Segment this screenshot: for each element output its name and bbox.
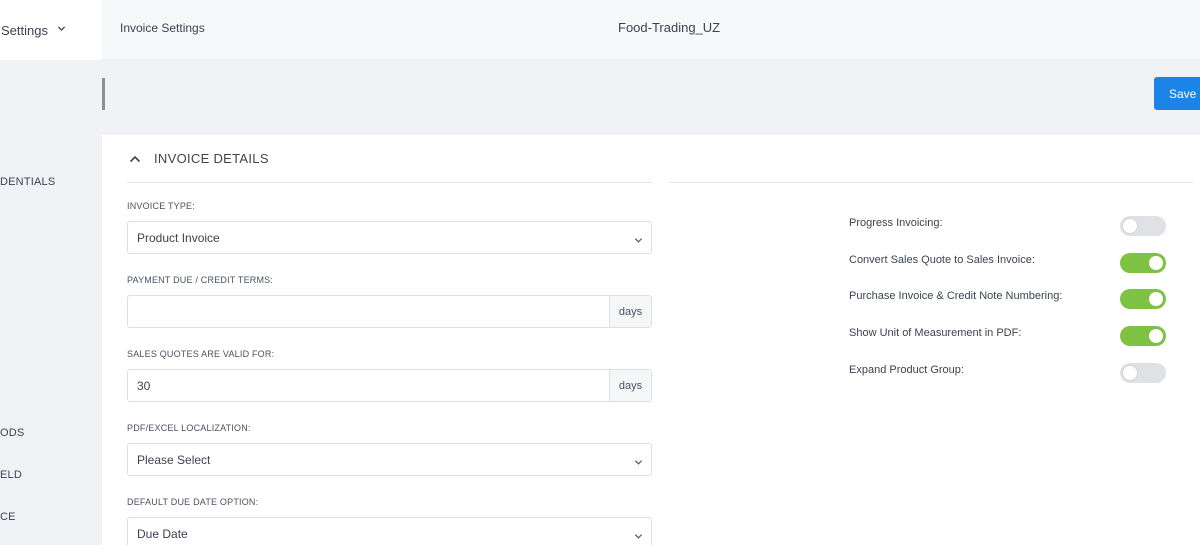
purchase-numbering-toggle[interactable]: [1120, 289, 1166, 309]
payment-due-input[interactable]: [128, 296, 609, 327]
settings-menu-label: Settings: [1, 22, 48, 38]
localization-select[interactable]: Please Select: [127, 443, 652, 476]
quotes-valid-group: days: [127, 369, 652, 402]
breadcrumb[interactable]: Invoice Settings: [120, 21, 205, 35]
toggle-knob: [1149, 329, 1163, 343]
sidebar: DENTIALS ODS ELD CE: [0, 60, 102, 545]
sidebar-item-credentials[interactable]: DENTIALS: [0, 176, 55, 188]
toggle-knob: [1149, 292, 1163, 306]
progress-invoicing-toggle[interactable]: [1120, 216, 1166, 236]
unit-measurement-label: Show Unit of Measurement in PDF:: [849, 327, 1022, 339]
sidebar-item-methods[interactable]: ODS: [0, 427, 24, 439]
settings-menu[interactable]: Settings: [0, 0, 102, 60]
company-name: Food-Trading_UZ: [618, 20, 721, 35]
invoice-details-card: INVOICE DETAILS INVOICE TYPE: Product In…: [102, 135, 1200, 545]
convert-quote-label: Convert Sales Quote to Sales Invoice:: [849, 254, 1035, 266]
toggle-knob: [1149, 256, 1163, 270]
progress-invoicing-label: Progress Invoicing:: [849, 217, 943, 229]
chevron-down-icon: [57, 24, 66, 36]
quotes-valid-label: SALES QUOTES ARE VALID FOR:: [127, 349, 275, 359]
due-date-option-select[interactable]: Due Date: [127, 517, 652, 545]
expand-group-toggle[interactable]: [1120, 363, 1166, 383]
chevron-down-icon: [634, 456, 643, 465]
purchase-numbering-label: Purchase Invoice & Credit Note Numbering…: [849, 290, 1063, 302]
payment-due-label: PAYMENT DUE / CREDIT TERMS:: [127, 275, 274, 285]
invoice-type-value: Product Invoice: [137, 230, 220, 245]
localization-value: Please Select: [137, 452, 211, 467]
localization-label: PDF/EXCEL LOCALIZATION:: [127, 423, 251, 433]
convert-quote-toggle[interactable]: [1120, 253, 1166, 273]
due-date-option-label: DEFAULT DUE DATE OPTION:: [127, 497, 259, 507]
save-button[interactable]: Save: [1154, 77, 1200, 110]
section-toggle[interactable]: INVOICE DETAILS: [128, 151, 269, 166]
toggle-knob: [1123, 219, 1137, 233]
sidebar-item-field[interactable]: ELD: [0, 469, 22, 481]
section-divider-right: [669, 182, 1193, 183]
invoice-type-select[interactable]: Product Invoice: [127, 221, 652, 254]
invoice-type-label: INVOICE TYPE:: [127, 201, 195, 211]
chevron-down-icon: [634, 234, 643, 243]
action-bar-divider: [102, 78, 105, 110]
payment-due-unit: days: [609, 296, 651, 327]
quotes-valid-input[interactable]: [128, 370, 609, 401]
due-date-option-value: Due Date: [137, 526, 188, 541]
top-bar: Settings Invoice Settings Food-Trading_U…: [0, 0, 1200, 60]
chevron-up-icon: [128, 152, 142, 166]
section-divider-left: [127, 182, 652, 183]
unit-measurement-toggle[interactable]: [1120, 326, 1166, 346]
toggle-knob: [1123, 366, 1137, 380]
expand-group-label: Expand Product Group:: [849, 364, 964, 376]
payment-due-group: days: [127, 295, 652, 328]
sidebar-item-service[interactable]: CE: [0, 511, 16, 523]
chevron-down-icon: [634, 530, 643, 539]
quotes-valid-unit: days: [609, 370, 651, 401]
section-title: INVOICE DETAILS: [154, 151, 269, 166]
